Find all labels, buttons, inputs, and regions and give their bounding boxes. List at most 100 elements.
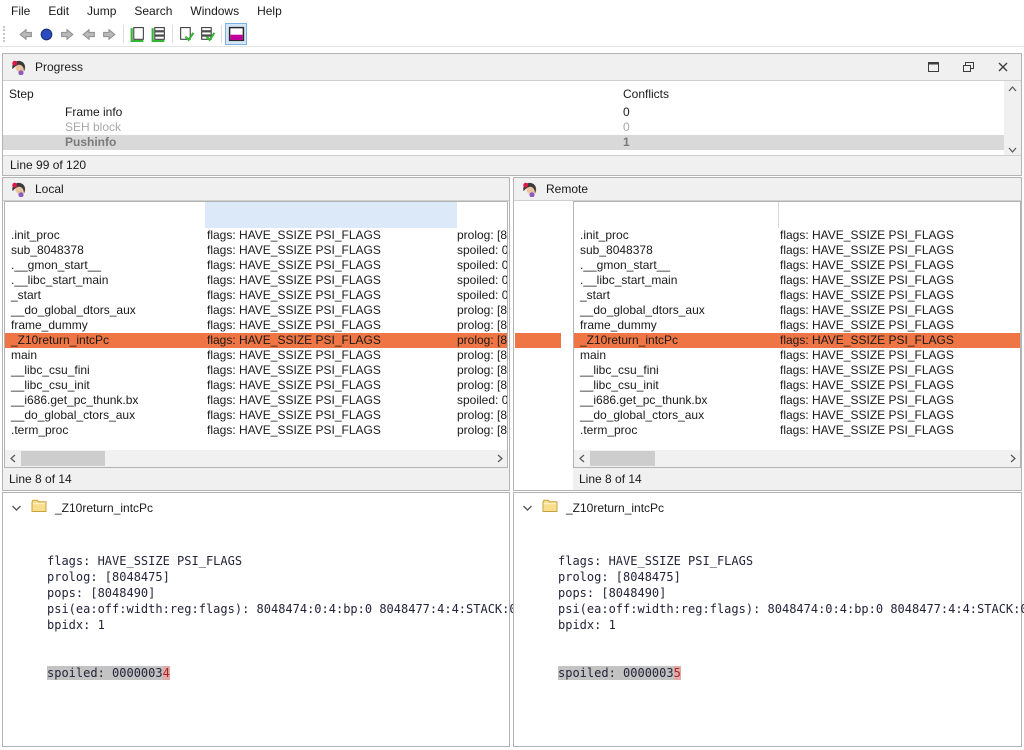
extra-cell: spoiled: 00 (457, 273, 508, 288)
flags-cell: flags: HAVE_SSIZE PSI_FLAGS (780, 408, 954, 423)
local-horizontal-scrollbar[interactable] (5, 450, 507, 467)
toolbar-separator (221, 25, 222, 43)
flags-cell: flags: HAVE_SSIZE PSI_FLAGS (207, 228, 381, 243)
function-name-cell: .__libc_start_main (580, 273, 677, 288)
scrollbar-thumb[interactable] (21, 451, 105, 466)
function-row[interactable]: .__libc_start_main flags: HAVE_SSIZE PSI_… (574, 273, 1020, 288)
flags-cell: flags: HAVE_SSIZE PSI_FLAGS (780, 243, 954, 258)
flags-cell: flags: HAVE_SSIZE PSI_FLAGS (780, 378, 954, 393)
stack-icon[interactable] (148, 24, 169, 45)
function-name-cell: main (580, 348, 606, 363)
function-row[interactable]: .__gmon_start__flags: HAVE_SSIZE PSI_FLA… (5, 258, 507, 273)
function-row[interactable]: _Z10return_intcPcflags: HAVE_SSIZE PSI_F… (5, 333, 507, 348)
extra-cell: prolog: [80 (457, 423, 508, 438)
menu-item-edit[interactable]: Edit (39, 1, 78, 21)
toolbar-grip[interactable] (3, 26, 10, 42)
function-row[interactable]: .term_procflags: HAVE_SSIZE PSI_FLAGS (574, 423, 1020, 438)
extra-cell: prolog: [80 (457, 303, 508, 318)
close-icon[interactable] (998, 62, 1008, 72)
function-row[interactable]: mainflags: HAVE_SSIZE PSI_FLAGSprolog: [… (5, 348, 507, 363)
restore-icon[interactable] (963, 62, 974, 72)
function-row[interactable]: __libc_csu_finiflags: HAVE_SSIZE PSI_FLA… (574, 363, 1020, 378)
detail-line: bpidx: 1 (558, 617, 1024, 633)
remote-function-list[interactable]: .init_procflags: HAVE_SSIZE PSI_FLAGSsub… (573, 201, 1021, 468)
folder-icon[interactable] (31, 499, 47, 516)
function-row[interactable]: __libc_csu_initflags: HAVE_SSIZE PSI_FLA… (5, 378, 507, 393)
extra-cell: spoiled: 00 (457, 393, 508, 408)
function-row[interactable]: .__libc_start_mainflags: HAVE_SSIZE PSI_… (5, 273, 507, 288)
flags-cell: flags: HAVE_SSIZE PSI_FLAGS (207, 348, 381, 363)
function-name-cell: sub_8048378 (580, 243, 653, 258)
scrollbar-thumb[interactable] (590, 451, 655, 466)
back-arrow-icon[interactable] (15, 24, 36, 45)
menu-item-file[interactable]: File (2, 1, 39, 21)
function-row[interactable]: _start flags: HAVE_SSIZE PSI_FLAGS (574, 288, 1020, 303)
menu-item-help[interactable]: Help (248, 1, 291, 21)
flags-cell: flags: HAVE_SSIZE PSI_FLAGS (780, 333, 954, 348)
progress-row[interactable]: Frame info0 (3, 105, 1004, 120)
function-row[interactable]: .term_procflags: HAVE_SSIZE PSI_FLAGSpro… (5, 423, 507, 438)
extra-cell: prolog: [80 (457, 378, 508, 393)
function-row[interactable]: __do_global_dtors_auxflags: HAVE_SSIZE P… (574, 303, 1020, 318)
screen-view-icon[interactable] (225, 23, 247, 45)
progress-status: Line 99 of 120 (3, 155, 1021, 175)
function-row[interactable]: __i686.get_pc_thunk.bxflags: HAVE_SSIZE … (5, 393, 507, 408)
function-row[interactable]: sub_8048378flags: HAVE_SSIZE PSI_FLAGSsp… (5, 243, 507, 258)
function-row[interactable]: .init_procflags: HAVE_SSIZE PSI_FLAGS (574, 228, 1020, 243)
menu-item-windows[interactable]: Windows (181, 1, 248, 21)
function-row[interactable]: mainflags: HAVE_SSIZE PSI_FLAGS (574, 348, 1020, 363)
function-name-cell: .__gmon_start__ (580, 258, 670, 273)
function-row[interactable]: sub_8048378 flags: HAVE_SSIZE PSI_FLAGS (574, 243, 1020, 258)
extra-cell: prolog: [80 (457, 348, 508, 363)
flags-cell: flags: HAVE_SSIZE PSI_FLAGS (207, 333, 381, 348)
function-row[interactable]: frame_dummyflags: HAVE_SSIZE PSI_FLAGSpr… (5, 318, 507, 333)
function-row[interactable]: .init_procflags: HAVE_SSIZE PSI_FLAGSpro… (5, 228, 507, 243)
function-row[interactable]: .__gmon_start__flags: HAVE_SSIZE PSI_FLA… (574, 258, 1020, 273)
local-function-list[interactable]: .init_procflags: HAVE_SSIZE PSI_FLAGSpro… (4, 201, 508, 468)
function-row[interactable]: __i686.get_pc_thunk.bxflags: HAVE_SSIZE … (574, 393, 1020, 408)
flags-cell: flags: HAVE_SSIZE PSI_FLAGS (780, 318, 954, 333)
flags-cell: flags: HAVE_SSIZE PSI_FLAGS (780, 288, 954, 303)
function-row[interactable]: __do_global_ctors_auxflags: HAVE_SSIZE P… (574, 408, 1020, 423)
prev-arrow-icon[interactable] (78, 24, 99, 45)
ida-icon (10, 59, 27, 75)
detail-line: bpidx: 1 (47, 617, 517, 633)
detail-line: psi(ea:off:width:reg:flags): 8048474:0:4… (47, 601, 517, 617)
maximize-icon[interactable] (928, 62, 939, 72)
function-row[interactable]: __libc_csu_finiflags: HAVE_SSIZE PSI_FLA… (5, 363, 507, 378)
scroll-right-icon[interactable] (492, 450, 507, 467)
progress-row[interactable]: Pushinfo1 (3, 135, 1004, 150)
function-name-cell: __do_global_dtors_aux (11, 303, 136, 318)
chevron-down-icon[interactable] (11, 501, 22, 515)
flags-cell: flags: HAVE_SSIZE PSI_FLAGS (207, 318, 381, 333)
toolbar-separator (172, 25, 173, 43)
function-row[interactable]: frame_dummyflags: HAVE_SSIZE PSI_FLAGS (574, 318, 1020, 333)
scroll-right-icon[interactable] (1005, 450, 1020, 467)
next-arrow-icon[interactable] (99, 24, 120, 45)
progress-vertical-scrollbar[interactable] (1004, 81, 1021, 157)
spoiled-line: spoiled: 00000035 (558, 665, 1024, 681)
scroll-up-icon[interactable] (1004, 81, 1021, 96)
document-icon[interactable] (127, 24, 148, 45)
function-row[interactable]: _Z10return_intcPcflags: HAVE_SSIZE PSI_F… (574, 333, 1020, 348)
folder-icon[interactable] (542, 499, 558, 516)
forward-arrow-icon[interactable] (57, 24, 78, 45)
remote-horizontal-scrollbar[interactable] (574, 450, 1020, 467)
function-row[interactable]: __libc_csu_initflags: HAVE_SSIZE PSI_FLA… (574, 378, 1020, 393)
chevron-down-icon[interactable] (522, 501, 533, 515)
function-row[interactable]: __do_global_ctors_auxflags: HAVE_SSIZE P… (5, 408, 507, 423)
menu-item-search[interactable]: Search (125, 1, 181, 21)
scroll-left-icon[interactable] (574, 450, 589, 467)
function-row[interactable]: __do_global_dtors_auxflags: HAVE_SSIZE P… (5, 303, 507, 318)
column-header-step[interactable]: Step (9, 87, 34, 102)
column-header-conflicts[interactable]: Conflicts (623, 87, 669, 102)
progress-row[interactable]: SEH block0 (3, 120, 1004, 135)
function-name-cell: _start (580, 288, 610, 303)
flags-cell: flags: HAVE_SSIZE PSI_FLAGS (780, 273, 954, 288)
menu-item-jump[interactable]: Jump (78, 1, 125, 21)
stack-check-icon[interactable] (197, 24, 218, 45)
function-row[interactable]: _startflags: HAVE_SSIZE PSI_FLAGSspoiled… (5, 288, 507, 303)
document-check-icon[interactable] (176, 24, 197, 45)
origin-circle-icon[interactable] (36, 24, 57, 45)
scroll-left-icon[interactable] (5, 450, 20, 467)
